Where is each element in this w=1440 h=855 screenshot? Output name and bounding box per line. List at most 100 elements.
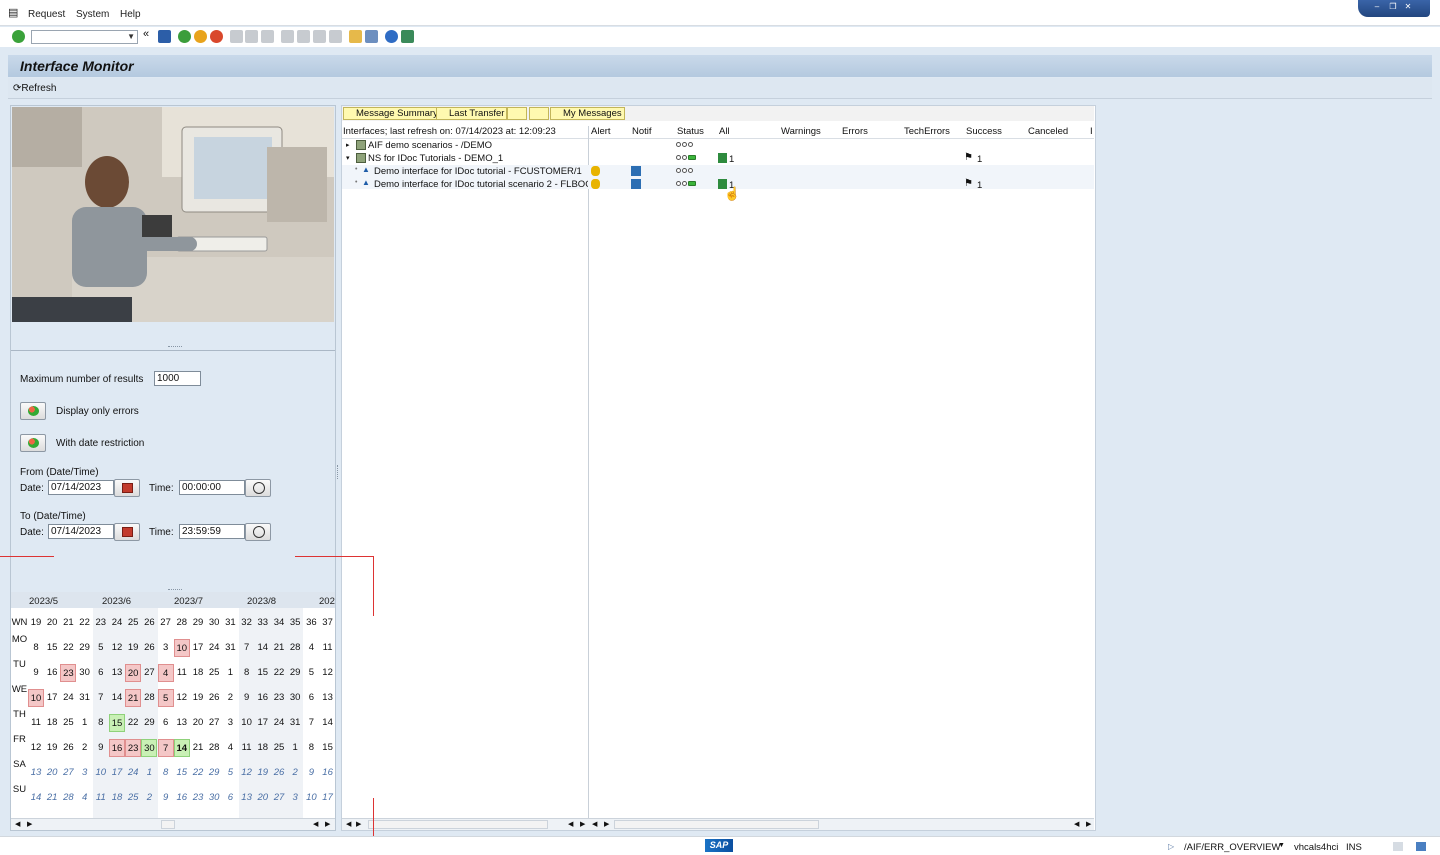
calendar-day[interactable]: 11 (174, 664, 190, 682)
calendar-day[interactable]: 21 (190, 739, 206, 757)
tree-row-label[interactable]: Demo interface for IDoc tutorial scenari… (374, 179, 588, 190)
scroll-thumb[interactable] (161, 820, 175, 829)
calendar-day[interactable]: 10 (93, 764, 109, 782)
calendar-day[interactable]: 21 (271, 639, 287, 657)
week-number[interactable]: 32 (239, 614, 255, 632)
restore-icon[interactable]: ❐ (1388, 2, 1398, 11)
col-techerrors[interactable]: TechErrors (904, 126, 950, 137)
calendar-day[interactable]: 17 (109, 764, 125, 782)
calendar-day[interactable]: 2 (77, 739, 93, 757)
to-date-picker[interactable] (114, 523, 140, 541)
calendar-day[interactable]: 29 (77, 639, 93, 657)
save-icon[interactable] (158, 30, 171, 43)
calendar-day[interactable]: 10 (239, 714, 255, 732)
to-time-input[interactable]: 23:59:59 (179, 524, 245, 539)
next-page-icon[interactable] (313, 30, 326, 43)
calendar-day[interactable]: 2 (287, 764, 303, 782)
calendar-day[interactable]: 8 (28, 639, 44, 657)
calendar-day[interactable]: 1 (287, 739, 303, 757)
calendar-day[interactable]: 26 (60, 739, 76, 757)
calendar-day[interactable]: 3 (222, 714, 238, 732)
col-errors[interactable]: Errors (842, 126, 868, 137)
chevron-down-icon[interactable]: ▼ (127, 32, 135, 41)
calendar-day[interactable]: 23 (60, 664, 77, 682)
calendar-day[interactable]: 4 (157, 664, 174, 682)
scroll-left-icon[interactable]: ◀ (15, 820, 20, 828)
calendar-day[interactable]: 10 (173, 639, 190, 657)
collapse-icon[interactable]: « (143, 28, 153, 41)
calendar-day[interactable]: 30 (141, 739, 158, 757)
my-messages-button[interactable]: My Messages (550, 107, 625, 120)
collapse-tree-icon[interactable]: ▾ (346, 154, 350, 162)
calendar-day[interactable]: 10 (303, 789, 319, 807)
calendar-day[interactable]: 9 (239, 689, 255, 707)
first-page-icon[interactable] (281, 30, 294, 43)
last-transfer-button[interactable]: Last Transfer (436, 107, 508, 120)
scroll-right-icon[interactable]: ▶ (27, 820, 32, 828)
layout-icon[interactable] (1393, 842, 1403, 851)
expand-status-icon[interactable]: ▷ (1168, 842, 1174, 851)
calendar-day[interactable]: 9 (158, 789, 174, 807)
calendar-day[interactable]: 27 (206, 714, 222, 732)
calendar-day[interactable]: 28 (287, 639, 303, 657)
calendar-day[interactable]: 2 (141, 789, 157, 807)
calendar-day[interactable]: 24 (206, 639, 222, 657)
calendar-day[interactable]: 18 (190, 664, 206, 682)
calendar-day[interactable]: 11 (93, 789, 109, 807)
calendar-day[interactable]: 25 (60, 714, 76, 732)
week-number[interactable]: 19 (28, 614, 44, 632)
calendar-day[interactable]: 8 (93, 714, 109, 732)
calendar-day[interactable]: 18 (255, 739, 271, 757)
calendar-day[interactable]: 12 (239, 764, 255, 782)
vertical-splitter[interactable] (337, 465, 339, 479)
calendar-day[interactable]: 9 (93, 739, 109, 757)
max-results-input[interactable]: 1000 (154, 371, 201, 386)
calendar-day[interactable]: 22 (125, 714, 141, 732)
command-field[interactable]: ▼ (31, 30, 138, 44)
calendar-day[interactable]: 16 (320, 764, 335, 782)
calendar-day[interactable]: 15 (109, 714, 125, 732)
calendar-scrollbar[interactable]: ◀ ▶ ◀ ▶ (11, 818, 335, 830)
splitter-handle[interactable] (168, 589, 182, 591)
scroll-right-icon[interactable]: ▶ (356, 820, 361, 828)
lock-icon[interactable] (1416, 842, 1426, 851)
calendar-day[interactable]: 28 (141, 689, 157, 707)
calendar-day[interactable]: 17 (320, 789, 335, 807)
calendar-day[interactable]: 24 (271, 714, 287, 732)
scroll-left-icon[interactable]: ◀ (592, 820, 597, 828)
calendar-day[interactable]: 24 (125, 764, 141, 782)
calendar-day[interactable]: 30 (287, 689, 303, 707)
message-summary-button[interactable]: Message Summary (343, 107, 441, 120)
calendar-day[interactable]: 12 (109, 639, 125, 657)
scroll-left-icon[interactable]: ◀ (346, 820, 351, 828)
calendar-day[interactable]: 20 (44, 764, 60, 782)
calendar-day[interactable]: 20 (190, 714, 206, 732)
calendar-day[interactable]: 22 (190, 764, 206, 782)
alert-person-icon[interactable] (591, 179, 600, 189)
calendar-day[interactable]: 24 (60, 689, 76, 707)
calendar-day[interactable]: 5 (93, 639, 109, 657)
calendar-day[interactable]: 22 (271, 664, 287, 682)
calendar-day[interactable]: 12 (28, 739, 44, 757)
week-number[interactable]: 26 (141, 614, 157, 632)
calendar-day[interactable]: 14 (255, 639, 271, 657)
menu-icon[interactable]: ▤ (8, 6, 18, 19)
col-alert[interactable]: Alert (591, 126, 611, 137)
calendar-day[interactable]: 29 (206, 764, 222, 782)
find-icon[interactable] (245, 30, 258, 43)
calendar-day[interactable]: 16 (255, 689, 271, 707)
all-messages-icon[interactable] (718, 153, 727, 163)
scroll-right-icon[interactable]: ▶ (604, 820, 609, 828)
help-icon[interactable] (385, 30, 398, 43)
last-page-icon[interactable] (329, 30, 342, 43)
calendar-day[interactable]: 14 (173, 739, 190, 757)
customize-layout-icon[interactable] (401, 30, 414, 43)
calendar-day[interactable]: 29 (141, 714, 157, 732)
calendar-day[interactable]: 21 (44, 789, 60, 807)
expand-icon[interactable]: ▸ (346, 141, 350, 149)
calendar-day[interactable]: 30 (206, 789, 222, 807)
scroll-left-icon[interactable]: ◀ (1074, 820, 1079, 828)
col-notif[interactable]: Notif (632, 126, 652, 137)
layout-icon[interactable] (529, 107, 549, 120)
calendar-day[interactable]: 19 (190, 689, 206, 707)
